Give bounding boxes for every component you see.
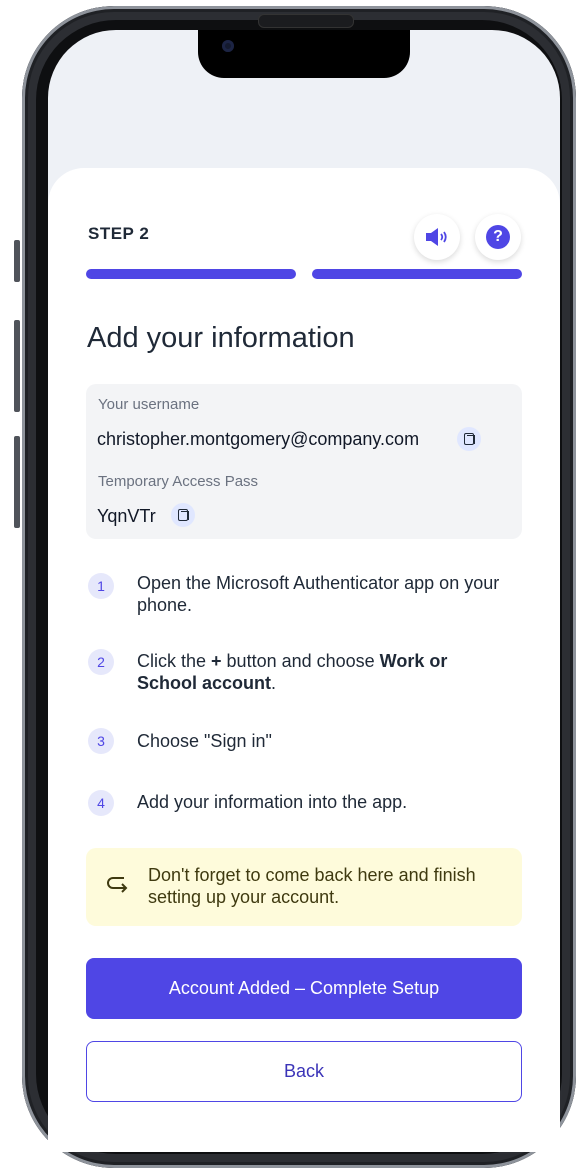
step-number-4: 4 [88,790,114,816]
speaker-icon [426,228,447,246]
instruction-2-pre: Click the [137,651,212,671]
help-icon: ? [486,225,510,249]
reminder-text: Don't forget to come back here and finis… [148,865,476,907]
username-value: christopher.montgomery@company.com [97,429,420,449]
instruction-2: Click the + button and choose Work or Sc… [137,650,507,694]
tap-label: Temporary Access Pass [98,473,259,490]
tap-value: YqnVTr [97,506,156,526]
step-number-2: 2 [88,649,114,675]
step-label: STEP 2 [88,224,150,243]
instruction-3: Choose "Sign in" [137,731,272,751]
instruction-2-mid: button and choose [221,651,380,671]
progress-segment-2 [312,269,522,279]
speaker-grille [258,14,354,28]
progress-segment-1 [86,269,296,279]
complete-setup-button[interactable]: Account Added – Complete Setup [86,958,522,1019]
return-arrow-icon [107,877,128,893]
notch [198,30,410,78]
volume-down-button [14,320,20,412]
copy-username-icon[interactable] [457,427,481,451]
page-title: Add your information [87,322,355,354]
instruction-2-post: . [271,673,277,693]
side-button [14,436,20,528]
plus-symbol: + [211,651,222,671]
audio-button[interactable] [414,214,460,260]
volume-up-button [14,240,20,282]
username-label: Your username [98,396,200,413]
front-camera [222,40,234,52]
copy-tap-icon[interactable] [171,503,195,527]
instruction-1: Open the Microsoft Authenticator app on … [137,573,500,615]
step-number-3: 3 [88,728,114,754]
step-number-1: 1 [88,573,114,599]
help-button[interactable]: ? [475,214,521,260]
back-button[interactable]: Back [86,1041,522,1102]
instruction-4: Add your information into the app. [137,792,408,812]
